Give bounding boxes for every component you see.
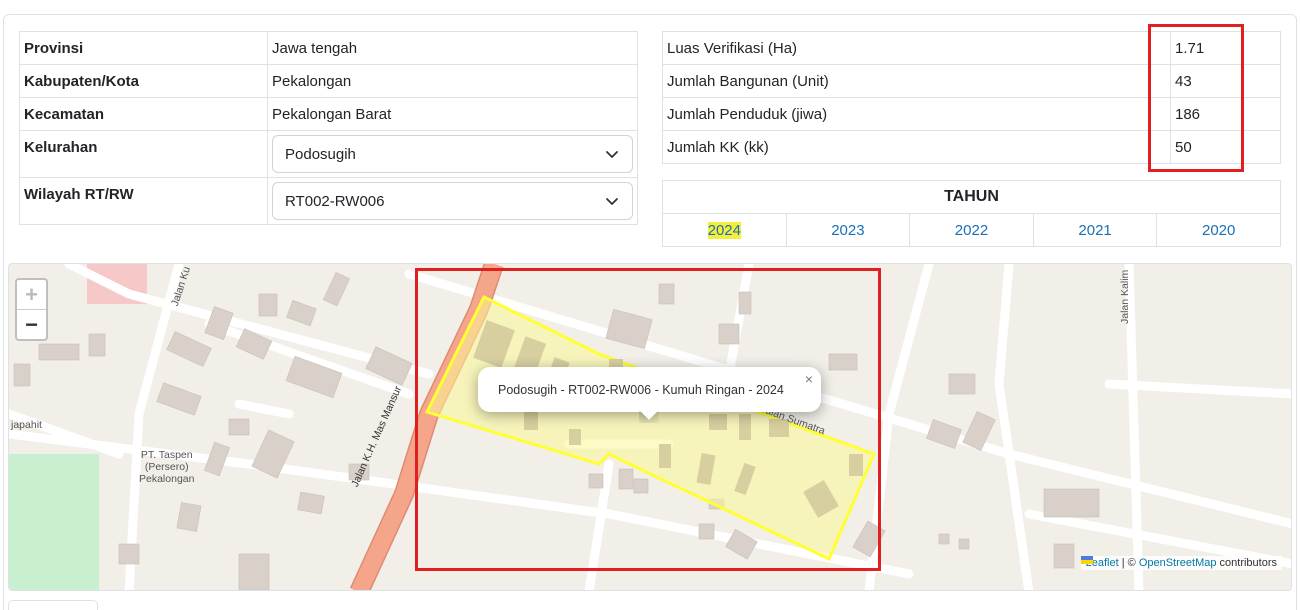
provinsi-label: Provinsi [19,31,268,65]
popup-tip [639,411,659,423]
bottom-tab [8,600,98,610]
year-link-2021[interactable]: 2021 [1078,222,1111,239]
kelurahan-label: Kelurahan [19,130,268,178]
year-table: TAHUN 2024 2023 2022 2021 2020 [662,180,1281,247]
map-label-japahit: japahit [11,419,42,431]
zoom-control: + − [15,278,48,341]
rtrw-selected-value: RT002-RW006 [285,192,385,210]
zoom-out-button[interactable]: − [17,310,46,340]
kabupaten-value: Pekalongan [267,64,638,98]
year-link-2023[interactable]: 2023 [831,222,864,239]
stat-value: 50 [1170,130,1281,164]
attribution-sep: | © [1118,557,1139,569]
kecamatan-label: Kecamatan [19,97,268,131]
rtrw-select[interactable]: RT002-RW006 [272,182,633,220]
attribution-suffix: contributors [1216,557,1277,569]
kelurahan-select[interactable]: Podosugih [272,135,633,173]
stats-table: Luas Verifikasi (Ha) 1.71 Jumlah Banguna… [662,31,1281,164]
kecamatan-value: Pekalongan Barat [267,97,638,131]
stat-label: Jumlah Penduduk (jiwa) [662,97,1171,131]
popup-close-button[interactable]: × [805,371,813,387]
stat-label: Luas Verifikasi (Ha) [662,31,1171,65]
map-attribution: Leaflet | © OpenStreetMap contributors [1080,556,1282,570]
popup-text: Podosugih - RT002-RW006 - Kumuh Ringan -… [498,382,784,397]
stat-value: 43 [1170,64,1281,98]
chevron-down-icon [606,151,618,158]
map-popup: Podosugih - RT002-RW006 - Kumuh Ringan -… [478,367,821,412]
location-table: Provinsi Jawa tengah Kabupaten/Kota Peka… [19,31,638,225]
stat-label: Jumlah Bangunan (Unit) [662,64,1171,98]
map-label-kalim: Jalan Kalim [1119,269,1131,324]
zoom-in-button[interactable]: + [17,280,46,310]
map-tiles [9,264,1291,590]
kabupaten-label: Kabupaten/Kota [19,64,268,98]
chevron-down-icon [606,198,618,205]
osm-link[interactable]: OpenStreetMap [1139,557,1217,569]
stat-value: 1.71 [1170,31,1281,65]
rtrw-label: Wilayah RT/RW [19,177,268,225]
year-link-2022[interactable]: 2022 [955,222,988,239]
year-link-2024[interactable]: 2024 [707,221,741,239]
ukraine-flag-icon [1080,556,1093,564]
provinsi-value: Jawa tengah [267,31,638,65]
stat-label: Jumlah KK (kk) [662,130,1171,164]
map[interactable]: Jalan K.H. Mas Mansur Jalan Sumatra Jala… [8,263,1292,591]
year-link-2020[interactable]: 2020 [1202,222,1235,239]
map-label-taspen: PT. Taspen (Persero) Pekalongan [139,449,195,485]
stat-value: 186 [1170,97,1281,131]
kelurahan-selected-value: Podosugih [285,145,356,163]
year-header: TAHUN [662,180,1281,214]
